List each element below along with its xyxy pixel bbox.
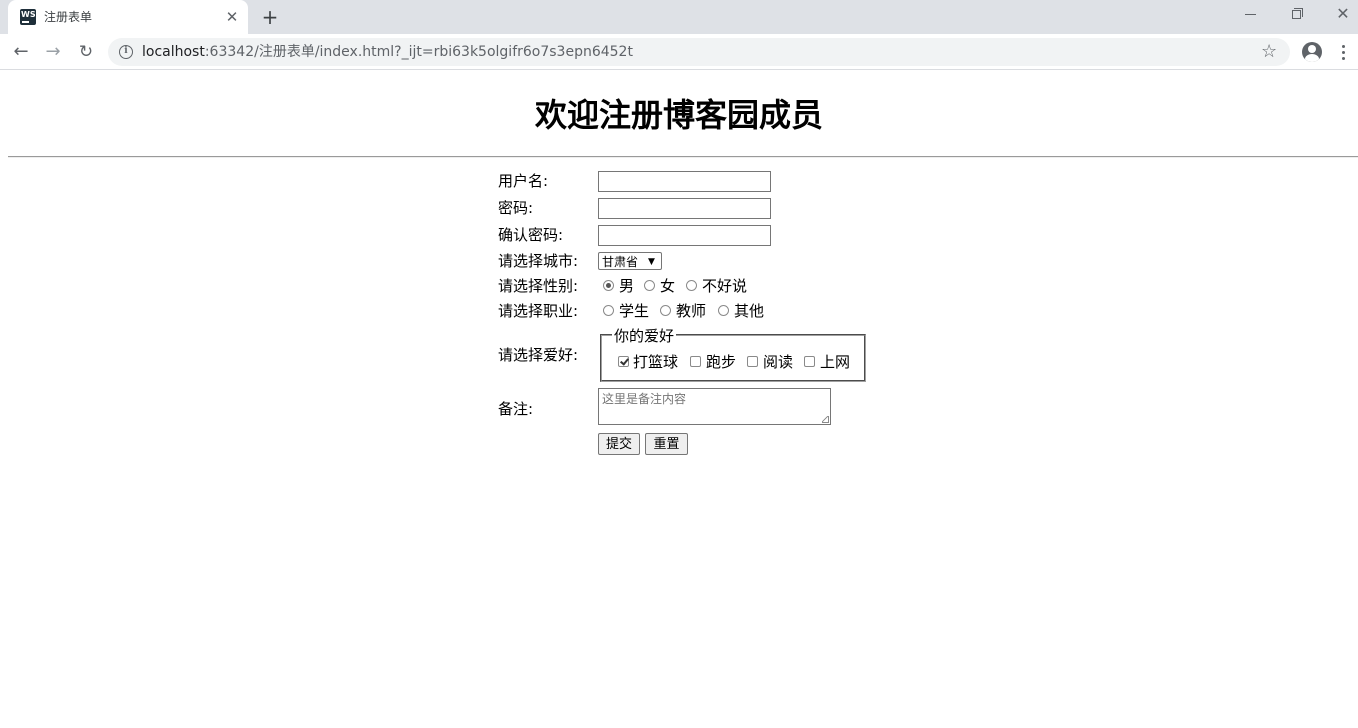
gender-option-label: 男 bbox=[619, 277, 635, 295]
username-input[interactable] bbox=[598, 171, 771, 192]
job-option-label: 教师 bbox=[676, 302, 707, 320]
job-option-label: 其他 bbox=[734, 302, 765, 320]
hobby-option-label: 打篮球 bbox=[633, 353, 679, 371]
hobby-label: 请选择爱好: bbox=[498, 346, 579, 364]
new-tab-icon[interactable]: + bbox=[258, 5, 282, 29]
password-input[interactable] bbox=[598, 198, 771, 219]
password-label: 密码: bbox=[498, 199, 534, 217]
hobby-option-label: 阅读 bbox=[763, 353, 794, 371]
hobby-checkbox-basketball[interactable] bbox=[618, 356, 629, 367]
account-icon[interactable] bbox=[1302, 42, 1322, 62]
address-bar[interactable]: i localhost:63342/注册表单/index.html?_ijt=r… bbox=[108, 38, 1290, 66]
gender-option-label: 不好说 bbox=[702, 277, 748, 295]
hobby-option-label: 跑步 bbox=[706, 353, 737, 371]
favicon-text: WS bbox=[21, 10, 36, 19]
gender-radio-unsure[interactable] bbox=[686, 280, 697, 291]
confirm-password-input[interactable] bbox=[598, 225, 771, 246]
job-option-label: 学生 bbox=[619, 302, 650, 320]
close-tab-icon[interactable]: ✕ bbox=[222, 7, 242, 27]
gender-label: 请选择性别: bbox=[498, 277, 579, 295]
job-radio-other[interactable] bbox=[718, 305, 729, 316]
gender-option-label: 女 bbox=[660, 277, 676, 295]
gender-radio-female[interactable] bbox=[644, 280, 655, 291]
browser-tab[interactable]: WS 注册表单 ✕ bbox=[8, 0, 248, 34]
back-arrow-icon[interactable]: ← bbox=[9, 40, 33, 64]
webstorm-favicon-icon: WS bbox=[20, 9, 36, 25]
remark-textarea[interactable]: 这里是备注内容 bbox=[598, 388, 831, 425]
hobby-legend: 你的爱好 bbox=[612, 326, 677, 346]
job-radio-student[interactable] bbox=[603, 305, 614, 316]
forward-arrow-icon[interactable]: → bbox=[41, 40, 65, 64]
username-label: 用户名: bbox=[498, 172, 549, 190]
resize-handle-icon[interactable] bbox=[822, 416, 829, 423]
url-host: localhost bbox=[142, 44, 205, 60]
gender-radio-male[interactable] bbox=[603, 280, 614, 291]
reset-button[interactable]: 重置 bbox=[645, 433, 688, 455]
job-radio-teacher[interactable] bbox=[660, 305, 671, 316]
hobby-checkbox-reading[interactable] bbox=[747, 356, 758, 367]
hobby-option-label: 上网 bbox=[820, 353, 851, 371]
tab-strip: WS 注册表单 ✕ + ✕ bbox=[0, 0, 1358, 34]
page-title: 欢迎注册博客园成员 bbox=[534, 96, 823, 134]
page-content: 欢迎注册博客园成员 用户名: 密码: 确认密码: 请选择城市: 甘肃省 ▼ 请选… bbox=[0, 71, 1358, 728]
submit-button[interactable]: 提交 bbox=[598, 433, 640, 455]
hobby-checkbox-internet[interactable] bbox=[804, 356, 815, 367]
city-select[interactable]: 甘肃省 ▼ bbox=[598, 252, 662, 270]
close-window-icon[interactable]: ✕ bbox=[1320, 0, 1358, 30]
reload-icon[interactable]: ↻ bbox=[74, 40, 98, 64]
city-label: 请选择城市: bbox=[498, 252, 579, 270]
star-icon[interactable]: ☆ bbox=[1261, 41, 1277, 63]
info-icon[interactable]: i bbox=[119, 45, 133, 59]
restore-window-icon[interactable] bbox=[1274, 0, 1320, 30]
tab-title: 注册表单 bbox=[44, 10, 93, 24]
hobby-checkbox-running[interactable] bbox=[690, 356, 701, 367]
confirm-password-label: 确认密码: bbox=[498, 226, 564, 244]
remark-label: 备注: bbox=[498, 400, 534, 418]
menu-dots-icon[interactable] bbox=[1336, 42, 1350, 62]
job-label: 请选择职业: bbox=[498, 302, 579, 320]
remark-placeholder: 这里是备注内容 bbox=[602, 392, 687, 406]
horizontal-rule bbox=[8, 156, 1358, 158]
url-path: :63342/注册表单/index.html?_ijt=rbi63k5olgif… bbox=[204, 44, 633, 60]
browser-toolbar: ← → ↻ i localhost:63342/注册表单/index.html?… bbox=[0, 34, 1358, 70]
city-selected-value: 甘肃省 bbox=[602, 255, 639, 269]
dropdown-arrow-icon: ▼ bbox=[648, 257, 655, 267]
minimize-window-icon[interactable] bbox=[1228, 0, 1274, 30]
url-text[interactable]: localhost:63342/注册表单/index.html?_ijt=rbi… bbox=[142, 43, 633, 61]
